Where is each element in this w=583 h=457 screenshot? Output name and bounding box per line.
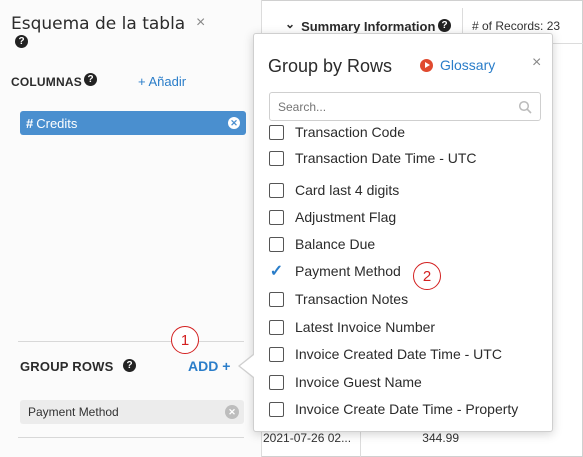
remove-group-row-icon[interactable]: ✕ xyxy=(225,405,239,419)
section-divider xyxy=(18,341,244,342)
group-option-label: Latest Invoice Number xyxy=(295,319,436,335)
group-option-label: Adjustment Flag xyxy=(295,209,397,225)
add-group-row-button[interactable]: ADD + xyxy=(188,358,230,374)
group-option-label: Transaction Code xyxy=(295,124,405,140)
close-icon[interactable]: × xyxy=(532,54,541,72)
group-option-label: Invoice Create Date Time - Property xyxy=(295,401,519,417)
group-row-pill[interactable]: Payment Method ✕ xyxy=(20,400,244,424)
remove-column-icon[interactable]: ✕ xyxy=(228,117,240,129)
table-cell-amount: 344.99 xyxy=(422,431,459,445)
option-checkbox[interactable] xyxy=(269,150,284,166)
group-option-label: Transaction Notes xyxy=(295,291,409,307)
group-row-pill-label: Payment Method xyxy=(28,405,119,419)
panel-title: Esquema de la tabla xyxy=(11,14,186,34)
checkmark-icon[interactable]: ✓ xyxy=(269,261,284,281)
column-pill-credits[interactable]: # Credits ✕ xyxy=(20,111,246,135)
column-pill-label: Credits xyxy=(36,115,78,131)
chevron-down-icon: ⌄ xyxy=(285,17,296,31)
group-option[interactable]: Transaction Date Time - UTC xyxy=(269,148,477,168)
option-checkbox[interactable] xyxy=(269,124,284,140)
group-option[interactable]: Card last 4 digits xyxy=(269,180,399,200)
close-icon[interactable]: × xyxy=(196,14,205,32)
search-input[interactable] xyxy=(269,92,541,121)
help-icon[interactable]: ? xyxy=(15,35,28,48)
group-rows-help-icon[interactable]: ? xyxy=(123,359,136,372)
group-option[interactable]: Balance Due xyxy=(269,234,375,254)
summary-toggle[interactable]: ⌄ Summary Information xyxy=(285,17,436,34)
group-option-label: Payment Method xyxy=(295,263,401,279)
option-checkbox[interactable] xyxy=(269,182,284,198)
group-options-list: Transaction Code Transaction Date Time - … xyxy=(269,122,549,427)
option-checkbox[interactable] xyxy=(269,236,284,252)
summary-title: Summary Information xyxy=(301,19,436,34)
option-checkbox[interactable] xyxy=(269,401,284,417)
table-cell-date: 2021-07-26 02... xyxy=(263,431,352,445)
popover-arrow xyxy=(240,355,254,377)
play-icon xyxy=(420,58,433,72)
glossary-label: Glossary xyxy=(440,57,496,73)
callout-1: 1 xyxy=(171,326,199,354)
group-option-label: Balance Due xyxy=(295,236,376,252)
group-option[interactable]: Transaction Code xyxy=(269,122,405,142)
option-checkbox[interactable] xyxy=(269,319,284,335)
group-option[interactable]: Latest Invoice Number xyxy=(269,317,435,337)
group-option-label: Invoice Created Date Time - UTC xyxy=(295,346,502,362)
group-option-label: Card last 4 digits xyxy=(295,182,400,198)
callout-2: 2 xyxy=(413,262,441,290)
section-divider xyxy=(18,437,244,438)
group-option[interactable]: Invoice Create Date Time - Property xyxy=(269,399,518,419)
summary-help-icon[interactable]: ? xyxy=(438,19,451,32)
group-option[interactable]: Adjustment Flag xyxy=(269,207,396,227)
option-checkbox[interactable] xyxy=(269,346,284,362)
group-option-label: Transaction Date Time - UTC xyxy=(295,150,477,166)
option-checkbox[interactable] xyxy=(269,291,284,307)
group-option[interactable]: ✓ Payment Method xyxy=(269,261,401,281)
record-count: # of Records: 23 xyxy=(472,19,561,33)
group-rows-label: GROUP ROWS xyxy=(20,359,114,374)
search-icon xyxy=(518,100,532,114)
group-option-label: Invoice Guest Name xyxy=(295,374,422,390)
columns-label: COLUMNAS xyxy=(11,75,82,89)
option-checkbox[interactable] xyxy=(269,209,284,225)
group-option[interactable]: Transaction Notes xyxy=(269,289,408,309)
add-column-button[interactable]: + Añadir xyxy=(138,74,186,89)
columns-help-icon[interactable]: ? xyxy=(84,73,97,86)
option-checkbox[interactable] xyxy=(269,374,284,390)
popover-title: Group by Rows xyxy=(268,56,393,76)
hash-icon: # xyxy=(26,115,34,131)
group-option[interactable]: Invoice Guest Name xyxy=(269,372,422,392)
group-by-rows-popover: Group by Rows Glossary × Transaction Cod… xyxy=(253,33,553,432)
group-option[interactable]: Invoice Created Date Time - UTC xyxy=(269,344,502,364)
glossary-link[interactable]: Glossary xyxy=(420,57,495,73)
table-schema-panel: Esquema de la tabla ? × COLUMNAS ? + Aña… xyxy=(0,0,262,457)
